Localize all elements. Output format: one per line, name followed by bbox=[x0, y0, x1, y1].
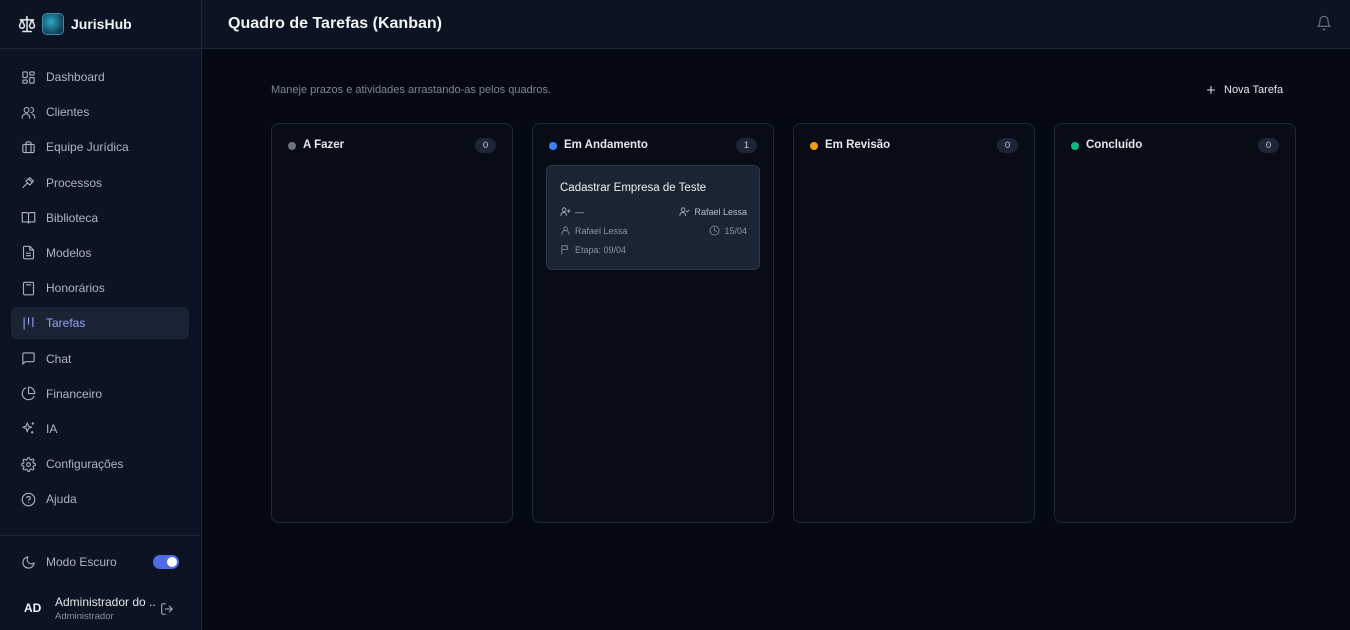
task-creator: Rafael Lessa bbox=[575, 225, 628, 236]
dark-mode-toggle[interactable] bbox=[153, 555, 179, 569]
task-card[interactable]: Cadastrar Empresa de Teste — Rafael Less… bbox=[546, 165, 760, 270]
briefcase-icon bbox=[22, 141, 35, 153]
column-header: Concluído 0 bbox=[1071, 138, 1279, 154]
moon-icon bbox=[22, 555, 35, 569]
logout-icon[interactable] bbox=[160, 602, 174, 616]
nav-label: Dashboard bbox=[46, 70, 105, 84]
user-check-icon bbox=[679, 207, 690, 217]
kanban-column-em-revisao[interactable]: Em Revisão 0 bbox=[793, 123, 1035, 523]
status-dot bbox=[549, 142, 557, 150]
task-due-date: 15/04 bbox=[724, 225, 747, 236]
nav-item-chat[interactable]: Chat bbox=[11, 343, 189, 375]
avatar: AD bbox=[24, 601, 42, 615]
chat-icon bbox=[22, 352, 35, 365]
column-title: Em Revisão bbox=[825, 139, 891, 151]
column-title: Em Andamento bbox=[564, 139, 648, 151]
top-header: Quadro de Tarefas (Kanban) bbox=[202, 0, 1350, 49]
nav-item-processos[interactable]: Processos bbox=[11, 167, 189, 199]
new-task-label: Nova Tarefa bbox=[1224, 84, 1284, 96]
scale-icon bbox=[18, 15, 36, 33]
nav-item-configuracoes[interactable]: Configurações bbox=[11, 448, 189, 480]
brand[interactable]: JurisHub bbox=[0, 0, 201, 49]
toggle-knob bbox=[167, 557, 177, 567]
user-profile[interactable]: AD Administrador do ... Administrador bbox=[24, 595, 184, 625]
dark-mode-row: Modo Escuro bbox=[21, 554, 179, 570]
task-title: Cadastrar Empresa de Teste bbox=[560, 182, 707, 194]
column-header: Em Andamento 1 bbox=[549, 138, 757, 154]
page-title: Quadro de Tarefas (Kanban) bbox=[228, 15, 442, 32]
task-assign-row: — Rafael Lessa bbox=[560, 206, 747, 218]
book-icon bbox=[21, 212, 36, 224]
nav-item-modelos[interactable]: Modelos bbox=[11, 237, 189, 269]
sparkles-icon bbox=[22, 422, 35, 434]
nav-item-ajuda[interactable]: Ajuda bbox=[11, 483, 189, 515]
nav-label: Chat bbox=[46, 351, 72, 366]
user-name: Administrador do ... bbox=[55, 595, 155, 609]
nav-label: Honorários bbox=[46, 281, 105, 296]
calculator-icon bbox=[22, 281, 35, 295]
kanban-icon bbox=[23, 317, 34, 330]
nav-label: Clientes bbox=[46, 105, 90, 120]
task-stage: Etapa: 09/04 bbox=[575, 244, 627, 255]
user-plus-icon bbox=[560, 207, 571, 217]
column-header: A Fazer 0 bbox=[288, 138, 496, 154]
sidebar-footer: Modo Escuro AD Administrador do ... Admi… bbox=[0, 535, 201, 630]
users-icon bbox=[21, 106, 36, 119]
logo bbox=[42, 13, 64, 35]
task-client: — bbox=[575, 206, 584, 217]
nav-item-financeiro[interactable]: Financeiro bbox=[11, 378, 189, 410]
kanban-column-em-andamento[interactable]: Em Andamento 1 Cadastrar Empresa de Test… bbox=[532, 123, 774, 523]
clock-icon bbox=[709, 225, 720, 236]
nav-label: Financeiro bbox=[46, 386, 103, 401]
nav-label: IA bbox=[46, 421, 58, 436]
sidebar: JurisHub Dashboard Clientes Equipe Juríd… bbox=[0, 0, 202, 630]
column-count-badge: 0 bbox=[997, 138, 1018, 153]
dark-mode-label: Modo Escuro bbox=[46, 555, 117, 569]
brand-name: JurisHub bbox=[71, 16, 132, 32]
nav-label: Biblioteca bbox=[46, 210, 99, 225]
column-title: A Fazer bbox=[303, 139, 345, 151]
board-subtitle: Maneje prazos e atividades arrastando-as… bbox=[271, 84, 552, 96]
nav-item-biblioteca[interactable]: Biblioteca bbox=[11, 202, 189, 234]
status-dot bbox=[288, 142, 296, 150]
kanban-column-concluido[interactable]: Concluído 0 bbox=[1054, 123, 1296, 523]
column-count-badge: 0 bbox=[475, 138, 496, 153]
column-count-badge: 0 bbox=[1258, 138, 1279, 153]
nav-item-clientes[interactable]: Clientes bbox=[11, 96, 189, 128]
gavel-icon bbox=[22, 177, 35, 189]
nav-label: Ajuda bbox=[46, 492, 77, 507]
nav-menu: Dashboard Clientes Equipe Jurídica Proce… bbox=[11, 61, 189, 518]
task-meta-row: Rafael Lessa 15/04 bbox=[560, 225, 747, 237]
nav-label: Equipe Jurídica bbox=[46, 140, 129, 155]
nav-item-tarefas[interactable]: Tarefas bbox=[11, 307, 189, 340]
help-icon bbox=[21, 492, 36, 507]
nav-label: Modelos bbox=[46, 245, 92, 260]
dashboard-icon bbox=[22, 70, 35, 84]
flag-icon bbox=[561, 245, 569, 255]
column-count-badge: 1 bbox=[736, 138, 757, 153]
nav-item-dashboard[interactable]: Dashboard bbox=[11, 61, 189, 93]
gear-icon bbox=[21, 456, 36, 472]
nav-label: Processos bbox=[46, 175, 103, 190]
column-header: Em Revisão 0 bbox=[810, 138, 1018, 154]
kanban-column-a-fazer[interactable]: A Fazer 0 bbox=[271, 123, 513, 523]
file-icon bbox=[22, 246, 35, 260]
nav-item-honorarios[interactable]: Honorários bbox=[11, 272, 189, 304]
user-icon bbox=[561, 226, 570, 236]
status-dot bbox=[810, 142, 818, 150]
nav-label: Tarefas bbox=[46, 316, 86, 331]
status-dot bbox=[1071, 142, 1079, 150]
task-assignee: Rafael Lessa bbox=[694, 206, 747, 217]
pie-chart-icon bbox=[21, 386, 36, 401]
new-task-button[interactable]: Nova Tarefa bbox=[1205, 82, 1283, 98]
plus-icon bbox=[1207, 86, 1215, 94]
nav-item-equipe-juridica[interactable]: Equipe Jurídica bbox=[11, 131, 189, 163]
column-title: Concluído bbox=[1086, 139, 1143, 151]
user-role: Administrador bbox=[55, 611, 114, 622]
nav-label: Configurações bbox=[46, 457, 124, 472]
nav-item-ia[interactable]: IA bbox=[11, 413, 189, 445]
task-stage-row: Etapa: 09/04 bbox=[560, 244, 747, 256]
bell-icon[interactable] bbox=[1316, 15, 1332, 31]
